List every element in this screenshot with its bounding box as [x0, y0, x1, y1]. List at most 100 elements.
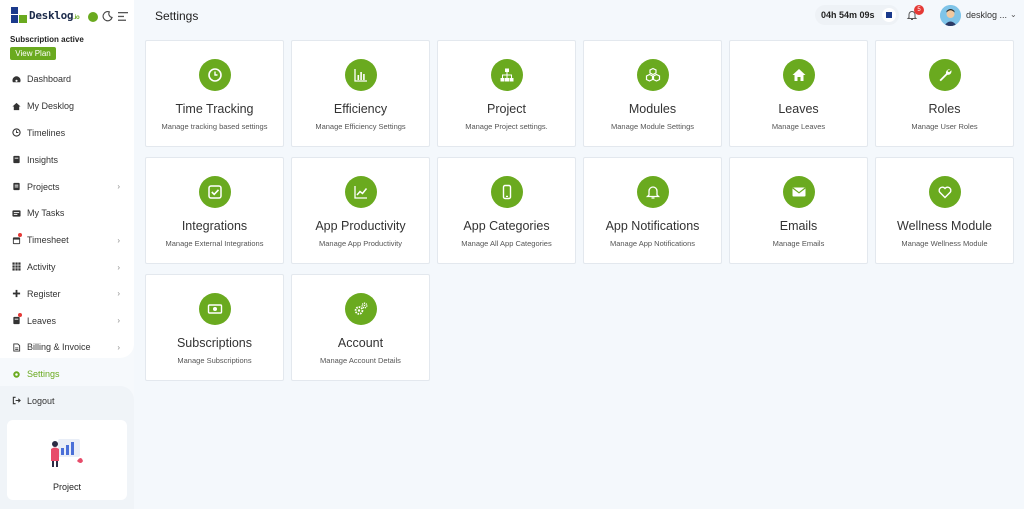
sidebar-item-register[interactable]: Register › [0, 280, 134, 307]
settings-card-subscriptions[interactable]: Subscriptions Manage Subscriptions [145, 274, 284, 381]
card-title: Integrations [181, 219, 248, 233]
gear-icon [12, 370, 21, 379]
dashboard-icon [12, 75, 21, 84]
bell-icon [637, 176, 669, 208]
stop-timer-button[interactable] [882, 8, 896, 22]
sidebar-item-label: Timelines [27, 127, 66, 138]
subscription-status: Subscription active [10, 35, 84, 44]
card-description: Manage All App Categories [461, 239, 552, 248]
grid-icon [12, 262, 21, 272]
moon-icon[interactable] [102, 11, 113, 22]
sidebar-item-label: Settings [27, 369, 60, 380]
chevron-down-icon[interactable]: ⌄ [1010, 10, 1017, 19]
timer-value: 04h 54m 09s [821, 10, 875, 20]
logo-mark-icon [11, 7, 27, 23]
chevron-right-icon: › [117, 235, 120, 245]
sidebar-item-label: Logout [27, 395, 55, 406]
card-title: App Notifications [605, 219, 700, 233]
project-illustration-icon [51, 439, 83, 467]
page-title: Settings [155, 9, 199, 23]
user-name[interactable]: desklog ... [966, 10, 1007, 20]
notification-badge: 5 [914, 5, 924, 15]
sidebar-item-timelines[interactable]: Timelines [0, 120, 134, 147]
settings-card-project[interactable]: Project Manage Project settings. [437, 40, 576, 147]
sidebar: Desklog.io Subscription active View Plan… [0, 0, 134, 509]
sidebar-item-label: Register [27, 288, 61, 299]
logout-icon [12, 396, 21, 405]
card-title: Account [337, 336, 384, 350]
card-description: Manage Leaves [771, 122, 826, 131]
clock-icon [12, 128, 21, 138]
sidebar-item-label: My Desklog [27, 101, 75, 112]
sidebar-item-settings[interactable]: Settings [0, 361, 134, 388]
card-description: Manage tracking based settings [161, 122, 268, 131]
card-title: App Productivity [315, 219, 406, 233]
sidebar-item-insights[interactable]: Insights [0, 146, 134, 173]
chevron-right-icon: › [117, 342, 120, 352]
invoice-icon [12, 343, 21, 352]
settings-card-emails[interactable]: Emails Manage Emails [729, 157, 868, 264]
settings-card-app-productivity[interactable]: App Productivity Manage App Productivity [291, 157, 430, 264]
card-title: Roles [928, 102, 961, 116]
settings-card-leaves[interactable]: Leaves Manage Leaves [729, 40, 868, 147]
card-title: Wellness Module [897, 219, 992, 233]
timer-widget: 04h 54m 09s [815, 5, 899, 25]
card-description: Manage User Roles [911, 122, 978, 131]
wrench-icon [929, 59, 961, 91]
sidebar-item-leaves[interactable]: Leaves › [0, 307, 134, 334]
settings-card-modules[interactable]: Modules Manage Module Settings [583, 40, 722, 147]
project-card-label: Project [52, 482, 81, 492]
chevron-right-icon: › [117, 182, 120, 192]
trend-chart-icon [345, 176, 377, 208]
sidebar-item-dashboard[interactable]: Dashboard [0, 66, 134, 93]
card-description: Manage Account Details [320, 356, 401, 365]
sidebar-item-logout[interactable]: Logout [0, 388, 134, 415]
tasks-icon [12, 209, 21, 218]
sidebar-item-activity[interactable]: Activity › [0, 254, 134, 281]
settings-card-account[interactable]: Account Manage Account Details [291, 274, 430, 381]
card-title: Time Tracking [175, 102, 254, 116]
card-description: Manage App Notifications [609, 239, 696, 248]
project-shortcut-card[interactable]: Project [7, 420, 127, 500]
settings-card-efficiency[interactable]: Efficiency Manage Efficiency Settings [291, 40, 430, 147]
card-description: Manage Subscriptions [177, 356, 252, 365]
mobile-icon [491, 176, 523, 208]
chevron-right-icon: › [117, 289, 120, 299]
settings-card-wellness-module[interactable]: Wellness Module Manage Wellness Module [875, 157, 1014, 264]
menu-collapse-icon[interactable] [118, 12, 128, 21]
home-icon [12, 102, 21, 111]
settings-card-app-notifications[interactable]: App Notifications Manage App Notificatio… [583, 157, 722, 264]
bar-chart-icon [345, 59, 377, 91]
settings-card-time-tracking[interactable]: Time Tracking Manage tracking based sett… [145, 40, 284, 147]
avatar[interactable] [940, 5, 961, 26]
status-toggle[interactable] [88, 12, 98, 22]
sidebar-item-billing-invoice[interactable]: Billing & Invoice › [0, 334, 134, 361]
user-avatar-icon [940, 5, 961, 26]
book-icon [12, 155, 21, 164]
sidebar-item-label: Leaves [27, 315, 57, 326]
settings-card-integrations[interactable]: Integrations Manage External Integration… [145, 157, 284, 264]
card-title: App Categories [463, 219, 550, 233]
sitemap-icon [491, 59, 523, 91]
settings-card-app-categories[interactable]: App Categories Manage All App Categories [437, 157, 576, 264]
envelope-icon [783, 176, 815, 208]
card-description: Manage Project settings. [465, 122, 548, 131]
sidebar-item-my-tasks[interactable]: My Tasks [0, 200, 134, 227]
settings-card-roles[interactable]: Roles Manage User Roles [875, 40, 1014, 147]
card-title: Leaves [778, 102, 819, 116]
logo[interactable]: Desklog.io [11, 7, 80, 23]
view-plan-button[interactable]: View Plan [10, 47, 56, 60]
home-icon [783, 59, 815, 91]
sidebar-item-label: Dashboard [27, 74, 72, 85]
sidebar-item-my-desklog[interactable]: My Desklog [0, 93, 134, 120]
card-description: Manage App Productivity [319, 239, 402, 248]
cubes-icon [637, 59, 669, 91]
sidebar-item-label: Activity [27, 261, 56, 272]
calendar-icon [12, 232, 22, 245]
card-description: Manage Emails [772, 239, 825, 248]
sidebar-item-timesheet[interactable]: Timesheet › [0, 227, 134, 254]
sidebar-item-projects[interactable]: Projects › [0, 173, 134, 200]
card-description: Manage Wellness Module [901, 239, 988, 248]
leaves-icon [12, 313, 22, 325]
card-description: Manage Efficiency Settings [315, 122, 406, 131]
